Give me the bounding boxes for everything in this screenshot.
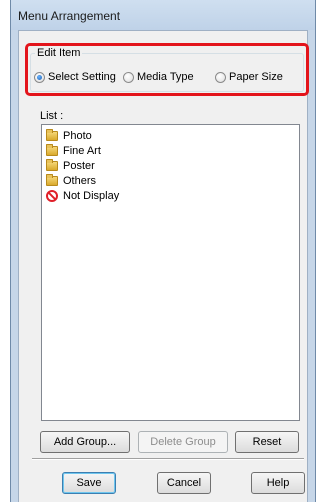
separator-line [32,458,304,460]
reset-button[interactable]: Reset [235,431,299,453]
tree-item-label: Photo [63,129,92,142]
add-group-button[interactable]: Add Group... [40,431,130,453]
cancel-button[interactable]: Cancel [157,472,211,494]
tree-item-photo[interactable]: Photo [46,128,92,143]
highlight-annotation-box [25,43,309,96]
save-button[interactable]: Save [62,472,116,494]
menu-tree-list[interactable]: Photo Fine Art Poster Others Not Display [41,124,300,421]
folder-icon [46,128,58,141]
tree-item-label: Not Display [63,189,120,202]
tree-item-label: Poster [63,159,95,172]
tree-item-poster[interactable]: Poster [46,158,95,173]
delete-group-button[interactable]: Delete Group [138,431,228,453]
tree-item-label: Fine Art [63,144,101,157]
list-label: List : [40,110,64,122]
tree-item-fine-art[interactable]: Fine Art [46,143,101,158]
folder-icon [46,143,58,156]
title-bar[interactable]: Menu Arrangement [11,0,315,30]
window-title: Menu Arrangement [18,9,121,23]
help-button[interactable]: Help [251,472,305,494]
no-entry-icon [46,189,58,202]
tree-item-not-display[interactable]: Not Display [46,188,119,203]
folder-icon [46,173,58,186]
dialog-client-area: Edit Item Select Setting Media Type Pape… [18,30,309,502]
dialog-window: Menu Arrangement Edit Item Select Settin… [10,0,316,502]
tree-item-others[interactable]: Others [46,173,96,188]
folder-icon [46,158,58,171]
tree-item-label: Others [63,174,97,187]
